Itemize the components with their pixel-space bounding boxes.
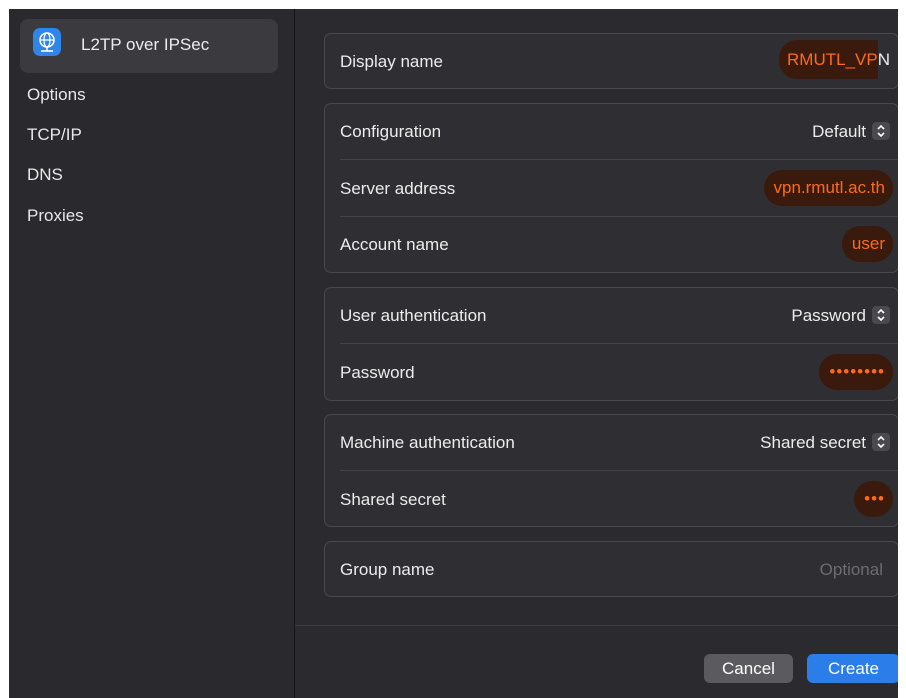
configuration-row: Configuration Default	[325, 104, 898, 160]
display-name-group: Display name RMUTL_VPN	[324, 33, 898, 89]
group-name-row: Group name Optional	[325, 542, 898, 598]
group-name-group: Group name Optional	[324, 541, 898, 597]
server-group: Configuration Default Server address vpn…	[324, 103, 898, 273]
row-divider	[340, 159, 898, 160]
server-address-row: Server address vpn.rmutl.ac.th	[325, 161, 898, 217]
machine-authentication-row: Machine authentication Shared secret	[325, 415, 898, 471]
user-auth-group: User authentication Password Password ••…	[324, 287, 898, 401]
configuration-popup[interactable]: Default	[812, 104, 890, 160]
shared-secret-field[interactable]: •••	[854, 481, 893, 517]
sidebar-item-proxies[interactable]: Proxies	[27, 204, 84, 228]
chevron-updown-icon	[872, 121, 890, 140]
configuration-label: Configuration	[340, 122, 442, 141]
row-divider	[340, 343, 898, 344]
account-name-field[interactable]: user	[841, 226, 893, 262]
row-divider	[340, 470, 898, 471]
machine-authentication-popup[interactable]: Shared secret	[760, 415, 890, 471]
account-name-row: Account name user	[325, 217, 898, 273]
sidebar-item-dns[interactable]: DNS	[27, 163, 63, 187]
chevron-updown-icon	[872, 432, 890, 451]
chevron-updown-icon	[872, 305, 890, 324]
create-button[interactable]: Create	[807, 654, 898, 683]
vpn-globe-icon	[33, 28, 61, 56]
machine-authentication-value: Shared secret	[760, 433, 866, 452]
account-name-label: Account name	[340, 235, 449, 254]
machine-authentication-label: Machine authentication	[340, 433, 515, 452]
user-authentication-row: User authentication Password	[325, 288, 898, 344]
server-address-label: Server address	[340, 179, 456, 198]
sidebar: L2TP over IPSec Options TCP/IP DNS Proxi…	[9, 9, 295, 698]
server-address-field[interactable]: vpn.rmutl.ac.th	[763, 170, 893, 206]
group-name-label: Group name	[340, 560, 435, 579]
shared-secret-label: Shared secret	[340, 490, 446, 509]
sidebar-item-l2tp[interactable]: L2TP over IPSec	[20, 19, 278, 73]
password-row: Password ••••••••	[325, 345, 898, 401]
sidebar-item-options[interactable]: Options	[27, 83, 86, 107]
display-name-row: Display name RMUTL_VPN	[325, 34, 898, 90]
cancel-button[interactable]: Cancel	[704, 654, 793, 683]
shared-secret-row: Shared secret •••	[325, 472, 898, 528]
settings-main: Display name RMUTL_VPN Configuration Def…	[295, 9, 898, 698]
vpn-settings-window: L2TP over IPSec Options TCP/IP DNS Proxi…	[9, 9, 898, 698]
password-label: Password	[340, 363, 415, 382]
sidebar-item-tcpip[interactable]: TCP/IP	[27, 123, 82, 147]
sidebar-item-label: L2TP over IPSec	[81, 35, 210, 54]
user-authentication-popup[interactable]: Password	[791, 288, 890, 344]
display-name-field[interactable]: RMUTL_VPN	[779, 40, 890, 79]
password-field[interactable]: ••••••••	[819, 354, 893, 390]
group-name-input[interactable]: Optional	[820, 542, 883, 598]
machine-auth-group: Machine authentication Shared secret Sha…	[324, 414, 898, 527]
display-name-label: Display name	[340, 52, 443, 71]
configuration-value: Default	[812, 122, 866, 141]
user-authentication-label: User authentication	[340, 306, 487, 325]
footer-divider	[295, 625, 898, 626]
user-authentication-value: Password	[791, 306, 866, 325]
display-name-rest: N	[877, 50, 890, 69]
display-name-highlight: RMUTL_VP	[779, 40, 878, 79]
